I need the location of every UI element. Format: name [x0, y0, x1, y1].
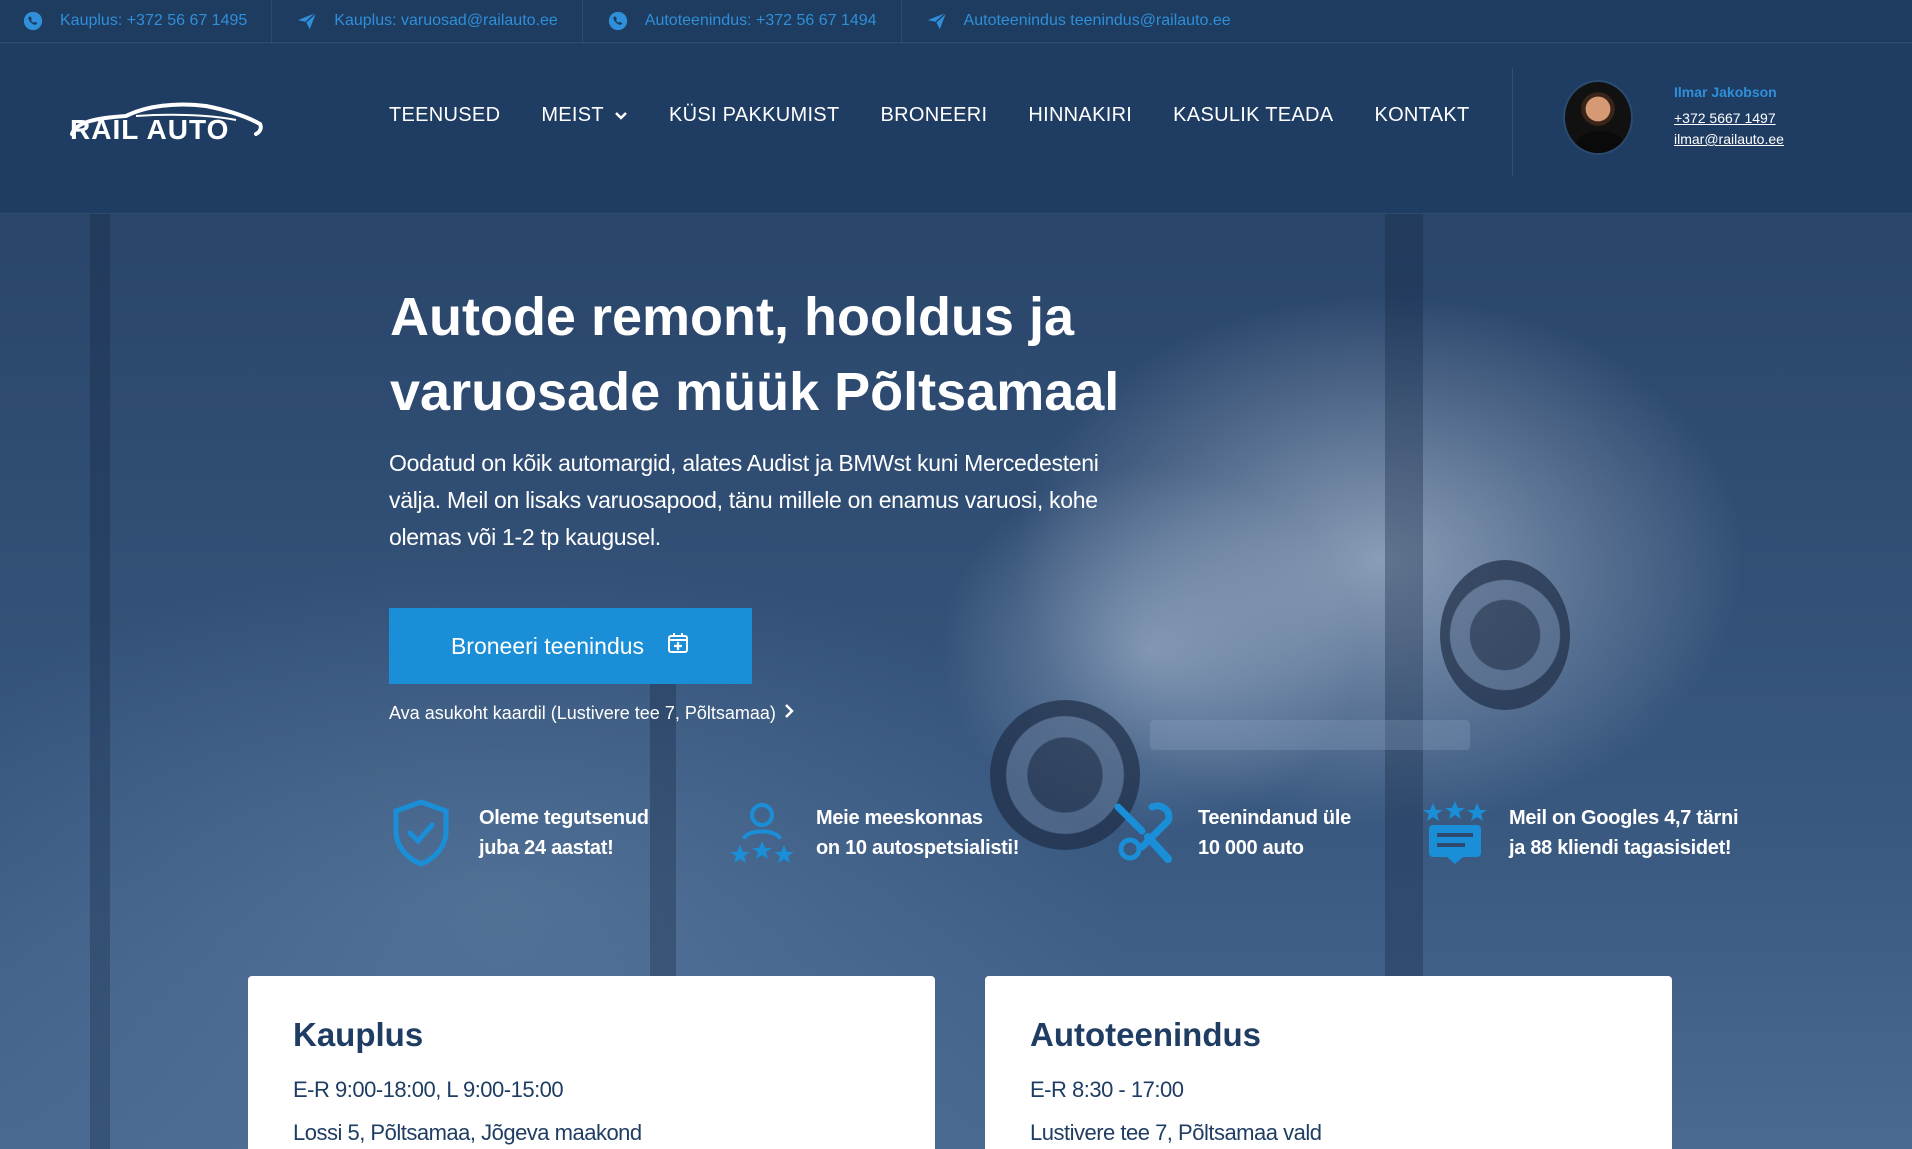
- nav-label: TEENUSED: [389, 104, 501, 126]
- nav-meist[interactable]: MEIST: [541, 104, 628, 127]
- card-title: Kauplus: [293, 1016, 424, 1053]
- review-stars-icon: [1423, 797, 1487, 869]
- feature-reviews: Meil on Googles 4,7 tärni ja 88 kliendi …: [1423, 797, 1739, 869]
- nav-label: KASULIK TEADA: [1173, 104, 1334, 126]
- nav-broneeri[interactable]: BRONEERI: [880, 104, 987, 127]
- nav-label: KÜSI PAKKUMIST: [668, 104, 840, 126]
- nav-teenused[interactable]: TEENUSED: [389, 104, 500, 127]
- header-divider: [1512, 68, 1513, 176]
- topbar-service-phone-text: Autoteenindus: +372 56 67 1494: [644, 12, 877, 29]
- topbar-service-email-text: Autoteenindus teenindus@railauto.ee: [963, 12, 1231, 29]
- whatsapp-icon: [22, 10, 44, 32]
- hero-title: Autode remont, hooldus ja varuosade müük…: [390, 280, 1250, 430]
- feature-line: Oleme tegutsenud: [479, 807, 649, 829]
- lift-arm: [1150, 720, 1470, 750]
- hero-description: Oodatud on kõik automargid, alates Audis…: [389, 450, 1099, 550]
- lift-pillar: [90, 214, 110, 1149]
- shop-card: Kauplus E-R 9:00-18:00, L 9:00-15:00 Los…: [248, 976, 935, 1149]
- topbar-shop-email-text: Kauplus: varuosad@railauto.ee: [334, 12, 558, 29]
- nav-kontakt[interactable]: KONTAKT: [1374, 104, 1469, 127]
- shield-check-icon: [389, 797, 453, 869]
- book-service-button[interactable]: Broneeri teenindus: [389, 608, 752, 684]
- feature-text: Teenindanud üle 10 000 auto: [1198, 803, 1351, 863]
- contact-name: Ilmar Jakobson: [1674, 84, 1777, 100]
- feature-line: on 10 autospetsialisti!: [816, 837, 1020, 859]
- topbar-shop-phone[interactable]: Kauplus: +372 56 67 1495: [22, 0, 273, 43]
- nav-label: KONTAKT: [1374, 104, 1470, 126]
- nav-hinnakiri[interactable]: HINNAKIRI: [1028, 104, 1132, 127]
- card-hours: E-R 8:30 - 17:00: [1030, 1077, 1184, 1102]
- book-service-label: Broneeri teenindus: [450, 632, 645, 659]
- team-stars-icon: [730, 797, 794, 869]
- card-address: Lustivere tee 7, Põltsamaa vald: [1030, 1120, 1322, 1145]
- contact-phone-link[interactable]: +372 5667 1497: [1674, 108, 1784, 129]
- feature-line: Meil on Googles 4,7 tärni: [1509, 807, 1739, 829]
- send-icon: [296, 10, 318, 32]
- card-title: Autoteenindus: [1030, 1016, 1261, 1053]
- site-header: RAIL AUTO TEENUSED MEIST KÜSI PAKKUMIST …: [0, 44, 1912, 214]
- open-map-link[interactable]: Ava asukoht kaardil (Lustivere tee 7, Põ…: [389, 703, 794, 724]
- topbar-shop-email[interactable]: Kauplus: varuosad@railauto.ee: [296, 0, 583, 43]
- car-wheel: [1440, 560, 1570, 710]
- feature-text: Meil on Googles 4,7 tärni ja 88 kliendi …: [1509, 803, 1739, 863]
- topbar-service-phone[interactable]: Autoteenindus: +372 56 67 1494: [607, 0, 902, 43]
- feature-text: Meie meeskonnas on 10 autospetsialisti!: [816, 803, 1019, 863]
- calendar-plus-icon: [666, 631, 690, 661]
- feature-text: Oleme tegutsenud juba 24 aastat!: [479, 803, 649, 863]
- top-contact-bar: Kauplus: +372 56 67 1495 Kauplus: varuos…: [0, 0, 1912, 43]
- service-card: Autoteenindus E-R 8:30 - 17:00 Lustivere…: [985, 976, 1672, 1149]
- feature-line: Meie meeskonnas: [816, 807, 983, 829]
- feature-team: Meie meeskonnas on 10 autospetsialisti!: [730, 797, 1019, 869]
- map-link-text: Ava asukoht kaardil (Lustivere tee 7, Põ…: [389, 703, 776, 723]
- feature-line: Teenindanud üle: [1198, 807, 1351, 829]
- topbar-service-email[interactable]: Autoteenindus teenindus@railauto.ee: [926, 0, 1255, 43]
- feature-cars: Teenindanud üle 10 000 auto: [1112, 797, 1351, 869]
- send-icon: [926, 10, 948, 32]
- hero-title-line2: varuosade müük Põltsamaal: [390, 362, 1120, 422]
- feature-line: juba 24 aastat!: [479, 837, 614, 859]
- hero-title-line1: Autode remont, hooldus ja: [390, 287, 1074, 347]
- nav-label: MEIST: [541, 104, 604, 126]
- nav-kasulik-teada[interactable]: KASULIK TEADA: [1173, 104, 1333, 127]
- whatsapp-icon: [607, 10, 629, 32]
- chevron-down-icon: [614, 104, 628, 127]
- contact-person: Ilmar Jakobson +372 5667 1497 ilmar@rail…: [1674, 84, 1784, 150]
- feature-years: Oleme tegutsenud juba 24 aastat!: [389, 797, 649, 869]
- avatar: [1563, 80, 1633, 155]
- nav-kusi-pakkumist[interactable]: KÜSI PAKKUMIST: [669, 104, 840, 127]
- tools-icon: [1112, 797, 1176, 869]
- contact-email-link[interactable]: ilmar@railauto.ee: [1674, 129, 1784, 150]
- feature-line: 10 000 auto: [1198, 837, 1304, 859]
- feature-line: ja 88 kliendi tagasisidet!: [1509, 837, 1732, 859]
- card-address: Lossi 5, Põltsamaa, Jõgeva maakond: [293, 1120, 642, 1145]
- logo-text: RAIL AUTO: [70, 114, 230, 145]
- main-nav: TEENUSED MEIST KÜSI PAKKUMIST BRONEERI H…: [389, 104, 1470, 127]
- card-hours: E-R 9:00-18:00, L 9:00-15:00: [293, 1077, 564, 1102]
- rail-auto-logo[interactable]: RAIL AUTO: [66, 92, 266, 152]
- nav-label: BRONEERI: [880, 104, 988, 126]
- nav-label: HINNAKIRI: [1028, 104, 1133, 126]
- topbar-shop-phone-text: Kauplus: +372 56 67 1495: [60, 12, 248, 29]
- chevron-right-icon: [784, 703, 794, 724]
